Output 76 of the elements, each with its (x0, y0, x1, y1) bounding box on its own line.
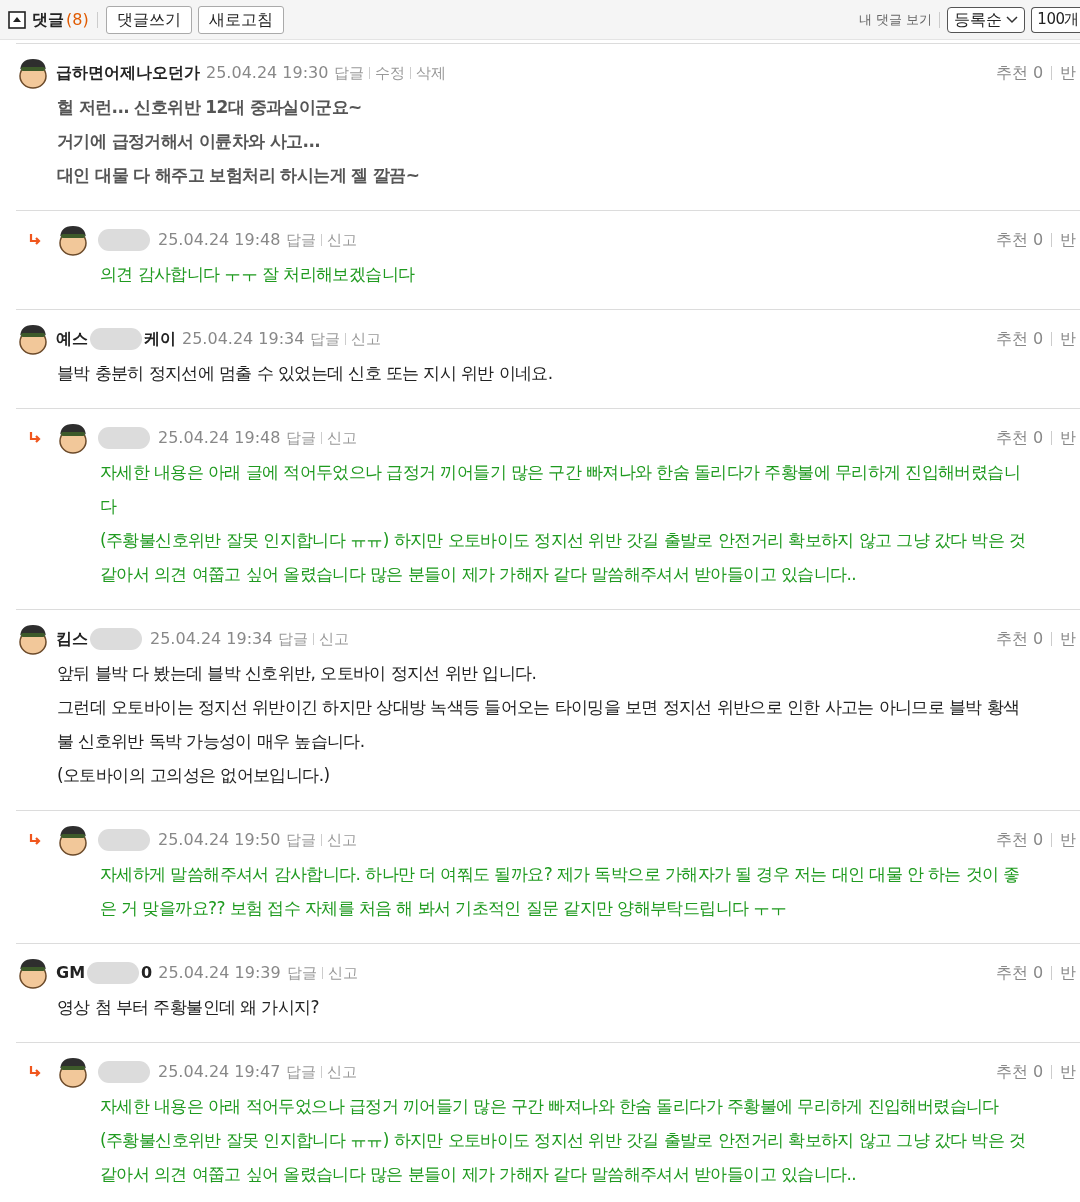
comment-text: 앞뒤 블박 다 봤는데 블박 신호위반, 오토바이 정지선 위반 입니다. 그런데 오토바이는 정지선 위반이긴 하지만 상대방 녹색등 들어오는 타이밍을 보면 정지선 위반으로 인한 사고는 아니므로 블박 황색 불 신호위반 독박 가능성이 매우 높습니다. (오토바이의 고의성은 없어보입니다.) (56, 662, 1021, 787)
reply-arrow-icon (28, 833, 42, 847)
recommend-count[interactable]: 추천 0 (996, 426, 1044, 450)
comment-text: 자세한 내용은 아래 글에 적어두었으나 급정거 끼어들기 많은 구간 빠져나와 한숨 돌리다가 주황불에 무리하게 진입해버렸습니 다 (주황불신호위반 잘못 인지합니다 ㅠㅠ) 하지만 오토바이도 정지선 위반 갓길 출발로 안전거리 확보하지 않고 그냥 갔다 박은 것 같아서 의견 여쭙고 싶어 올렸습니다 많은 분들이 제가 가해자 같다 말씀해주셔서 받아들이고 있습니다.. (99, 461, 1027, 586)
side-action-link[interactable]: 반 (1060, 61, 1077, 85)
side-action-link[interactable]: 반 (1060, 228, 1077, 252)
recommend-count[interactable]: 추천 0 (996, 61, 1044, 85)
side-action-link[interactable]: 반 (1060, 961, 1077, 985)
comment-date: 25.04.24 19:34 (182, 328, 305, 350)
reply-arrow-icon (28, 1065, 42, 1079)
avatar-icon (56, 1055, 90, 1089)
chevron-down-icon (1006, 15, 1019, 24)
comment-action-link[interactable]: 신고 (351, 327, 382, 351)
comment-date: 25.04.24 19:47 (158, 1061, 281, 1083)
comment-text: 블박 충분히 정지선에 멈출 수 있었는데 신호 또는 지시 위반 이네요. (56, 362, 554, 385)
avatar-icon (16, 56, 50, 90)
comment-text: 자세한 내용은 아래 적어두었으나 급정거 끼어들기 많은 구간 빠져나와 한숨 돌리다가 주황불에 무리하게 진입해버렸습니다 (주황불신호위반 잘못 인지합니다 ㅠㅠ) 하지만 오토바이도 정지선 위반 갓길 출발로 안전거리 확보하지 않고 그냥 갔다 박은 것 같아서 의견 여쭙고 싶어 올렸습니다 많은 분들이 제가 가해자 같다 말씀해주셔서 받아들이고 있습니다.. (99, 1095, 1027, 1186)
comment-action-link[interactable]: 답글 (286, 1060, 317, 1084)
author-name[interactable]: 예스 (56, 327, 88, 351)
avatar-icon (56, 823, 90, 857)
comment-text: 헐 저런... 신호위반 12대 중과실이군요~ 거기에 급정거해서 이륜차와 사고... 대인 대물 다 해주고 보험처리 하시는게 젤 깔끔~ (56, 96, 421, 187)
comment-action-link[interactable]: 답글 (334, 61, 365, 85)
author-name[interactable]: 급하면어제나오던가 (56, 61, 200, 85)
avatar-icon (56, 223, 90, 257)
comment-action-link[interactable]: 답글 (286, 228, 317, 252)
comment-text: 영상 첨 부터 주황불인데 왜 가시지? (56, 996, 321, 1019)
page-size-select[interactable]: 100개 (1031, 6, 1080, 33)
comment-action-link[interactable]: 신고 (327, 426, 358, 450)
recommend-count[interactable]: 추천 0 (996, 961, 1044, 985)
side-action-link[interactable]: 반 (1060, 327, 1077, 351)
comment-text: 자세하게 말씀해주셔서 감사합니다. 하나만 더 여쭤도 될까요? 제가 독박으로 가해자가 될 경우 저는 대인 대물 안 하는 것이 좋 은 거 맞을까요?? 보험 접수 자체를 처음 해 봐서 기초적인 질문 같지만 양해부탁드립니다 ㅜㅜ (99, 863, 1021, 920)
comment-date: 25.04.24 19:30 (206, 62, 329, 84)
comment-action-link[interactable]: 신고 (327, 228, 358, 252)
recommend-count[interactable]: 추천 0 (996, 228, 1044, 252)
avatar-icon (16, 622, 50, 656)
header-button[interactable]: 댓글쓰기 (105, 5, 192, 34)
comment-date: 25.04.24 19:39 (158, 962, 281, 984)
recommend-count[interactable]: 추천 0 (996, 327, 1044, 351)
comment-date: 25.04.24 19:34 (150, 628, 273, 650)
comment-text: 의견 감사합니다 ㅜㅜ 잘 처리해보겠습니다 (99, 263, 416, 286)
comment-action-link[interactable]: 신고 (327, 961, 358, 985)
collapse-icon[interactable] (8, 10, 26, 29)
comment-action-link[interactable]: 삭제 (416, 61, 447, 85)
avatar-icon (16, 322, 50, 356)
comment-action-link[interactable]: 답글 (286, 961, 317, 985)
comment-date: 25.04.24 19:48 (158, 229, 281, 251)
comment-action-link[interactable]: 신고 (319, 627, 350, 651)
author-name[interactable]: 0 (141, 961, 153, 985)
avatar-icon (56, 421, 90, 455)
comment-date: 25.04.24 19:48 (158, 427, 281, 449)
author-name[interactable]: GM (56, 961, 86, 985)
recommend-count[interactable]: 추천 0 (996, 627, 1044, 651)
comment-action-link[interactable]: 답글 (278, 627, 309, 651)
comment-action-link[interactable]: 답글 (286, 426, 317, 450)
side-action-link[interactable]: 반 (1060, 627, 1077, 651)
comment-date: 25.04.24 19:50 (158, 829, 281, 851)
reply-arrow-icon (28, 431, 42, 445)
comment-action-link[interactable]: 답글 (286, 828, 317, 852)
recommend-count[interactable]: 추천 0 (996, 828, 1044, 852)
author-name[interactable]: 킴스 (56, 627, 88, 651)
comment-action-link[interactable]: 신고 (327, 828, 358, 852)
author-name[interactable]: 케이 (144, 327, 176, 351)
side-action-link[interactable]: 반 (1060, 426, 1077, 450)
comment-action-link[interactable]: 답글 (310, 327, 341, 351)
my-comments-link[interactable]: 내 댓글 보기 (859, 9, 933, 30)
comments-title: 댓글 (32, 8, 64, 31)
header-button[interactable]: 새로고침 (197, 5, 284, 34)
reply-arrow-icon (28, 233, 42, 247)
side-action-link[interactable]: 반 (1060, 828, 1077, 852)
avatar-icon (16, 956, 50, 990)
comment-action-link[interactable]: 수정 (375, 61, 406, 85)
recommend-count[interactable]: 추천 0 (996, 1060, 1044, 1084)
side-action-link[interactable]: 반 (1060, 1060, 1077, 1084)
sort-select[interactable]: 등록순 (947, 6, 1026, 33)
comment-count: (8) (66, 8, 89, 31)
comment-action-link[interactable]: 신고 (327, 1060, 358, 1084)
